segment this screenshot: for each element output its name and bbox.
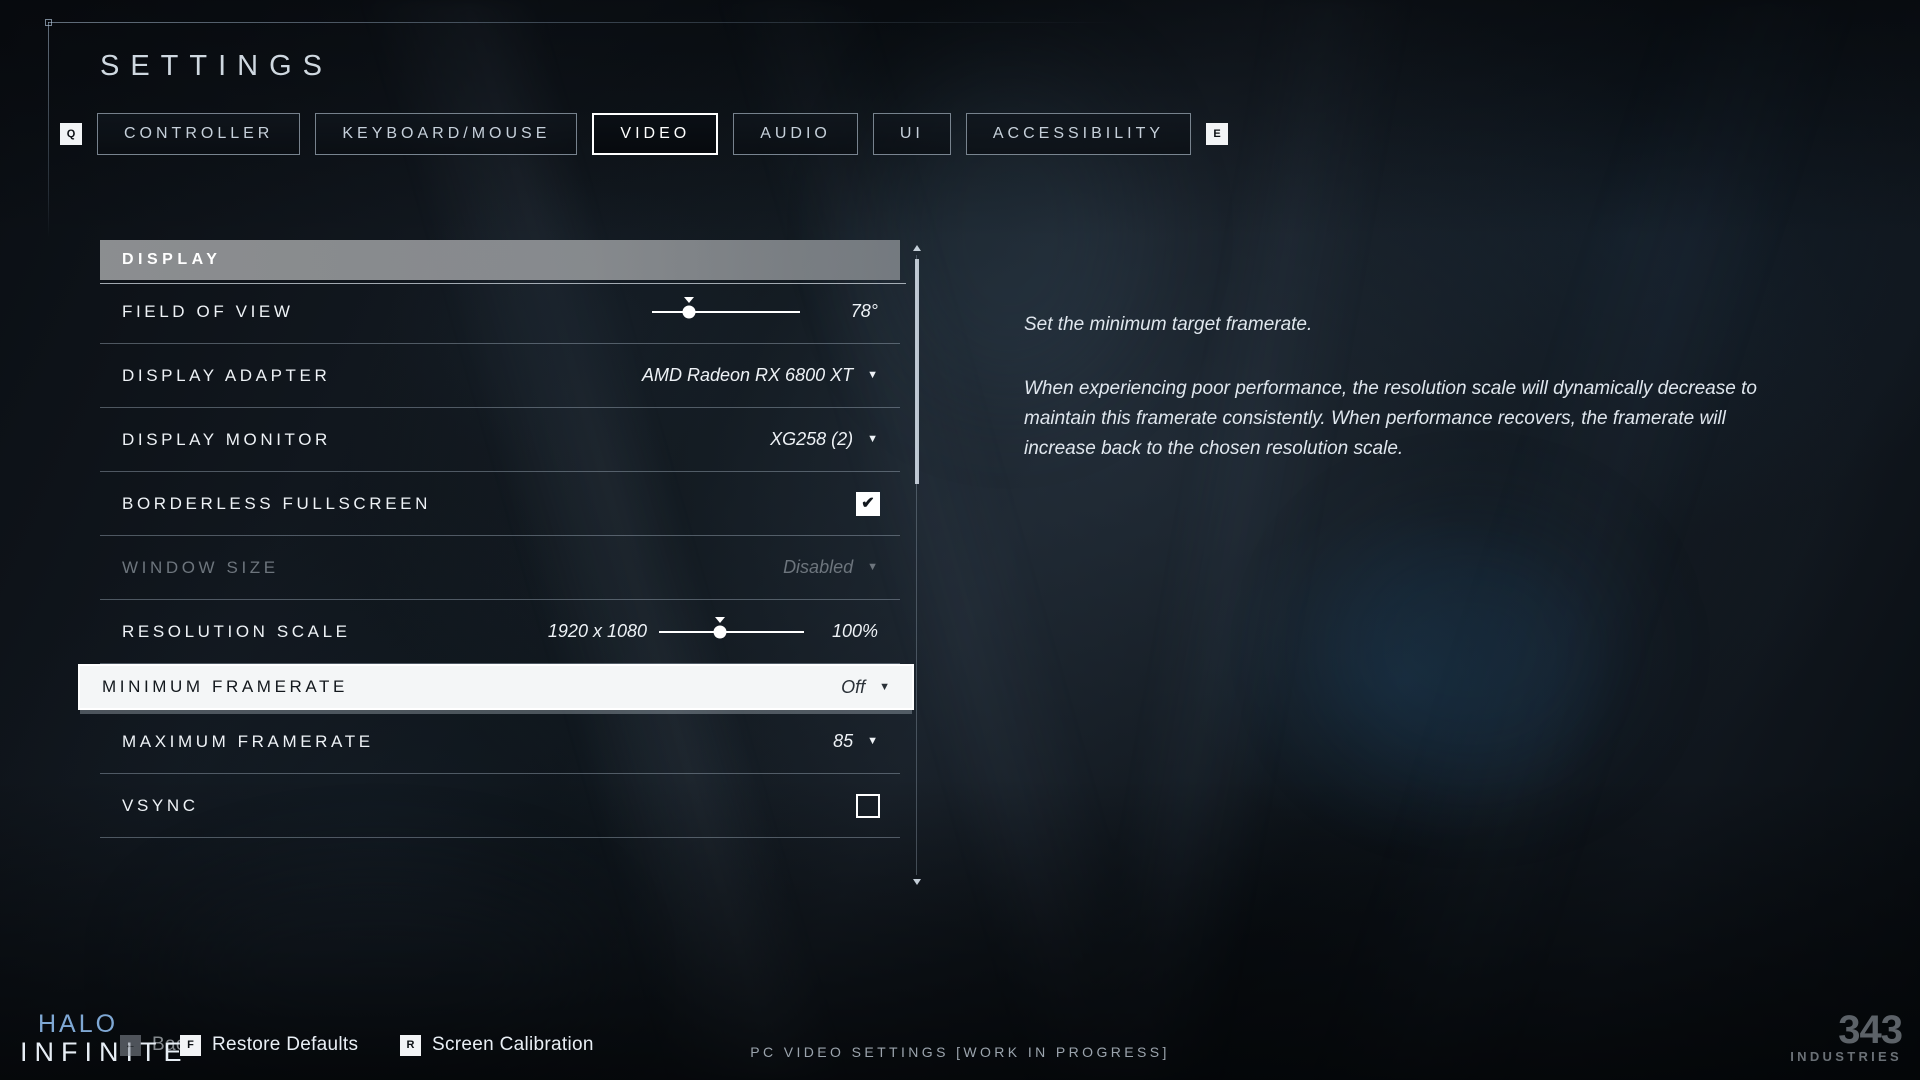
- setting-label: WINDOW SIZE: [122, 557, 279, 577]
- studio-number: 343: [1838, 1008, 1903, 1052]
- back-key-hint: ←: [120, 1034, 141, 1056]
- bg-blob: [1320, 520, 1620, 780]
- settings-tab-bar: Q CONTROLLER KEYBOARD/MOUSE VIDEO AUDIO …: [60, 113, 1229, 155]
- chevron-down-icon: ▼: [867, 561, 878, 573]
- borderless-fullscreen-checkbox[interactable]: ✔: [856, 491, 880, 516]
- page-title: SETTINGS: [100, 50, 334, 82]
- studio-logo-343-industries: 343 INDUSTRIES: [1790, 1008, 1903, 1064]
- footer-bar: HALO INFINITE ← Back F Restore Defaults …: [0, 994, 1920, 1080]
- restore-defaults-button[interactable]: F Restore Defaults: [180, 1034, 358, 1056]
- tab-keyboard-mouse[interactable]: KEYBOARD/MOUSE: [315, 113, 578, 155]
- restore-key-hint: F: [180, 1034, 201, 1056]
- setting-label: DISPLAY ADAPTER: [122, 365, 331, 385]
- tab-audio[interactable]: AUDIO: [733, 113, 858, 155]
- setting-label: RESOLUTION SCALE: [122, 621, 351, 641]
- settings-list: DISPLAY FIELD OF VIEW 78° DISPLAY ADAPTE…: [78, 240, 914, 838]
- setting-label: MINIMUM FRAMERATE: [102, 677, 348, 696]
- chevron-down-icon[interactable]: ▼: [867, 370, 878, 381]
- field-of-view-slider[interactable]: [652, 296, 800, 323]
- slider-tick-marker: [684, 296, 694, 303]
- setting-row-resolution-scale[interactable]: RESOLUTION SCALE 1920 x 1080 100%: [100, 600, 900, 664]
- setting-label: BORDERLESS FULLSCREEN: [122, 493, 431, 513]
- setting-description-panel: Set the minimum target framerate. When e…: [1024, 310, 1764, 464]
- tab-video[interactable]: VIDEO: [592, 113, 719, 155]
- calibration-key-hint: R: [400, 1034, 421, 1056]
- screen-calibration-button[interactable]: R Screen Calibration: [400, 1034, 594, 1056]
- setting-row-display-monitor[interactable]: DISPLAY MONITOR XG258 (2) ▼: [100, 408, 900, 472]
- setting-label: FIELD OF VIEW: [122, 301, 294, 321]
- slider-track: [652, 310, 800, 313]
- slider-track: [659, 630, 804, 633]
- slider-knob[interactable]: [713, 625, 727, 638]
- scrollbar-thumb[interactable]: [915, 259, 919, 484]
- chevron-down-icon[interactable]: ▼: [879, 681, 890, 693]
- setting-value: 78°: [850, 301, 878, 321]
- setting-row-borderless-fullscreen[interactable]: BORDERLESS FULLSCREEN ✔: [100, 472, 900, 536]
- resolution-scale-slider[interactable]: [659, 616, 804, 643]
- section-header-display: DISPLAY: [100, 240, 906, 284]
- slider-tick-marker: [714, 616, 725, 623]
- settings-scrollbar[interactable]: [913, 245, 921, 885]
- tab-controller[interactable]: CONTROLLER: [97, 113, 301, 155]
- description-body: When experiencing poor performance, the …: [1024, 378, 1757, 460]
- setting-row-maximum-framerate[interactable]: MAXIMUM FRAMERATE 85 ▼: [100, 710, 900, 774]
- scroll-down-arrow-icon[interactable]: [913, 879, 921, 885]
- setting-row-minimum-framerate[interactable]: MINIMUM FRAMERATE Off ▼: [78, 664, 914, 710]
- tab-next-key-hint[interactable]: E: [1206, 123, 1229, 145]
- setting-value: 85: [833, 731, 854, 751]
- setting-label: VSYNC: [122, 795, 199, 815]
- setting-value: Disabled: [783, 557, 854, 577]
- chevron-down-icon[interactable]: ▼: [867, 434, 878, 445]
- setting-value: 100%: [831, 621, 878, 641]
- scroll-up-arrow-icon[interactable]: [913, 245, 921, 251]
- setting-value: AMD Radeon RX 6800 XT: [642, 365, 854, 385]
- work-in-progress-note: PC VIDEO SETTINGS [WORK IN PROGRESS]: [750, 1044, 1170, 1060]
- screen-calibration-label: Screen Calibration: [432, 1034, 594, 1055]
- chevron-down-icon[interactable]: ▼: [867, 736, 878, 747]
- description-headline: Set the minimum target framerate.: [1024, 314, 1313, 335]
- setting-row-vsync[interactable]: VSYNC ✔: [100, 774, 900, 838]
- setting-value: Off: [841, 676, 866, 697]
- resolution-scale-prefix: 1920 x 1080: [547, 621, 647, 641]
- tab-accessibility[interactable]: ACCESSIBILITY: [965, 113, 1192, 155]
- vsync-checkbox[interactable]: ✔: [856, 793, 880, 818]
- restore-defaults-label: Restore Defaults: [212, 1034, 359, 1055]
- tab-prev-key-hint[interactable]: Q: [60, 123, 82, 145]
- setting-label: DISPLAY MONITOR: [122, 429, 331, 449]
- tab-ui[interactable]: UI: [872, 113, 951, 155]
- studio-name: INDUSTRIES: [1790, 1049, 1902, 1064]
- setting-label: MAXIMUM FRAMERATE: [122, 731, 374, 751]
- setting-row-field-of-view[interactable]: FIELD OF VIEW 78°: [100, 280, 900, 344]
- slider-knob[interactable]: [682, 305, 696, 318]
- setting-row-window-size: WINDOW SIZE Disabled ▼: [100, 536, 900, 600]
- setting-row-display-adapter[interactable]: DISPLAY ADAPTER AMD Radeon RX 6800 XT ▼: [100, 344, 900, 408]
- checkmark-icon: ✔: [861, 494, 875, 512]
- setting-value: XG258 (2): [770, 429, 854, 449]
